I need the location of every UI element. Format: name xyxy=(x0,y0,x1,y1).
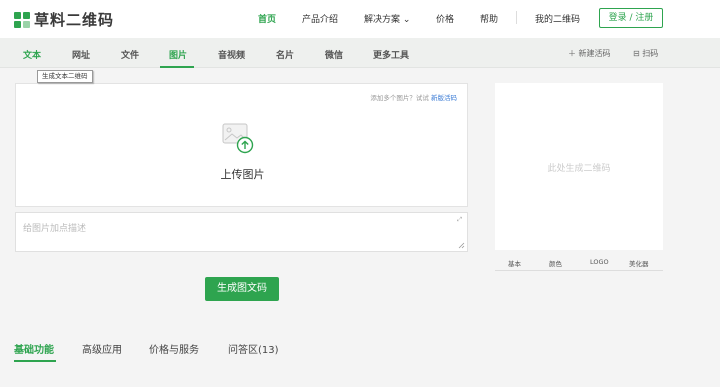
description-placeholder: 给图片加点描述 xyxy=(23,224,87,234)
tab-text[interactable]: 文本 xyxy=(23,48,41,61)
style-tab-logo[interactable]: LOGO xyxy=(590,258,609,266)
type-tab-bar: 文本 网址 文件 图片 音视频 名片 微信 更多工具 ＋ 新建活码 ⊟ 扫码 xyxy=(0,38,720,68)
tab-image[interactable]: 图片 xyxy=(169,48,187,61)
section-tab-qa[interactable]: 问答区(13) xyxy=(228,341,279,356)
nav-my-qrcodes[interactable]: 我的二维码 xyxy=(535,12,580,25)
image-description-input[interactable]: 给图片加点描述 ⤢ xyxy=(15,212,468,252)
style-tab-beautifier[interactable]: 美化器 xyxy=(629,258,649,268)
section-tab-indicator xyxy=(14,360,56,362)
upload-image-label: 上传图片 xyxy=(220,168,265,181)
nav-help[interactable]: 帮助 xyxy=(480,12,498,25)
tab-url[interactable]: 网址 xyxy=(72,48,90,61)
tab-business-card[interactable]: 名片 xyxy=(276,48,294,61)
login-register-button[interactable]: 登录 / 注册 xyxy=(599,8,663,28)
tab-more-tools[interactable]: 更多工具 xyxy=(373,48,409,61)
logo-text: 草料二维码 xyxy=(34,11,115,29)
nav-pricing[interactable]: 价格 xyxy=(436,12,454,25)
style-tab-color[interactable]: 颜色 xyxy=(549,258,562,268)
new-live-code-link[interactable]: 新版活码 xyxy=(431,94,457,102)
nav-product-intro[interactable]: 产品介绍 xyxy=(302,12,338,25)
active-tab-indicator xyxy=(160,66,194,68)
nav-solutions[interactable]: 解决方案 ⌄ xyxy=(364,12,410,25)
logo-icon xyxy=(14,11,30,28)
top-header: 草料二维码 首页 产品介绍 解决方案 ⌄ 价格 帮助 我的二维码 登录 / 注册 xyxy=(0,0,720,38)
new-live-code-button[interactable]: ＋ 新建活码 xyxy=(568,48,611,59)
style-tab-basic[interactable]: 基本 xyxy=(508,258,521,268)
expand-icon[interactable]: ⤢ xyxy=(457,216,462,224)
section-tab-basic[interactable]: 基础功能 xyxy=(14,341,54,356)
style-tabs: 基本 颜色 LOGO 美化器 xyxy=(495,253,663,271)
qrcode-placeholder: 此处生成二维码 xyxy=(547,164,611,174)
nav-divider xyxy=(516,11,517,24)
tab-wechat[interactable]: 微信 xyxy=(325,48,343,61)
logo[interactable]: 草料二维码 xyxy=(14,9,114,30)
section-tab-advanced[interactable]: 高级应用 xyxy=(82,341,122,356)
tab-file[interactable]: 文件 xyxy=(121,48,139,61)
multi-image-hint: 添加多个图片？试试 新版活码 xyxy=(370,94,457,102)
generate-image-code-button[interactable]: 生成图文码 xyxy=(205,277,279,301)
resize-handle-icon[interactable] xyxy=(458,242,465,249)
section-tab-pricing[interactable]: 价格与服务 xyxy=(149,341,199,356)
nav-home[interactable]: 首页 xyxy=(258,12,276,25)
qrcode-preview: 此处生成二维码 xyxy=(495,83,663,250)
upload-image-icon xyxy=(222,123,254,154)
image-upload-area[interactable]: 添加多个图片？试试 新版活码 上传图片 xyxy=(15,83,468,207)
tab-audio-video[interactable]: 音视频 xyxy=(218,48,245,61)
tooltip: 生成文本二维码 xyxy=(37,70,93,83)
scan-button[interactable]: ⊟ 扫码 xyxy=(633,48,658,59)
